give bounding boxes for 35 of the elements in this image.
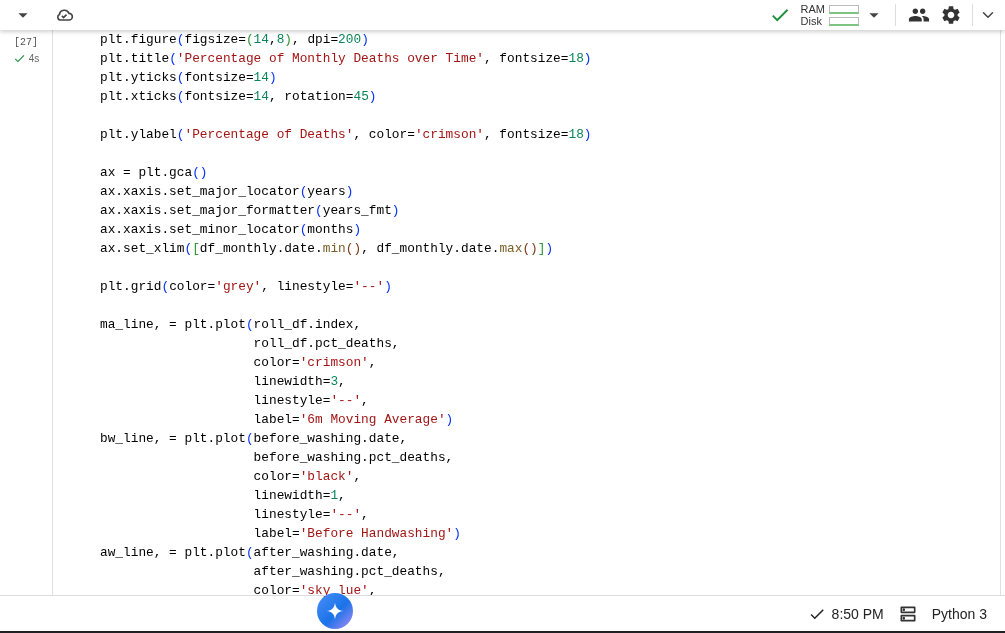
- code-line: ax.xaxis.set_major_formatter(years_fmt): [100, 202, 401, 220]
- code-line: color='crimson',: [252, 354, 378, 372]
- settings-icon[interactable]: [940, 4, 962, 26]
- code-line: plt.yticks(fontsize=14): [100, 69, 278, 87]
- sparkle-icon: [326, 602, 344, 620]
- code-line: roll_df.pct_deaths,: [252, 335, 401, 353]
- code-line: before_washing.pct_deaths,: [252, 449, 455, 467]
- code-line: plt.title('Percentage of Monthly Deaths over Time', fontsize=18): [100, 50, 593, 68]
- disk-label: Disk: [800, 15, 823, 27]
- run-duration: 4s: [28, 53, 40, 64]
- resource-meter[interactable]: RAM Disk: [800, 3, 859, 27]
- code-line: plt.xticks(fontsize=14, rotation=45): [100, 88, 378, 106]
- code-line: after_washing.pct_deaths,: [252, 563, 447, 581]
- code-line: plt.figure(figsize=(14,8), dpi=200): [100, 31, 370, 49]
- code-line: ax.xaxis.set_major_locator(years): [100, 183, 355, 201]
- code-line: color='black',: [252, 468, 363, 486]
- code-line: ax.set_xlim([df_monthly.date.min(), df_monthly.date.max()]): [100, 240, 555, 258]
- ram-label: RAM: [800, 3, 825, 15]
- code-line: linestyle='--',: [252, 392, 370, 410]
- runtime-label[interactable]: Python 3: [931, 605, 987, 622]
- code-line: ax = plt.gca(): [100, 164, 209, 182]
- code-line: label='Before Handwashing'): [252, 525, 462, 543]
- code-line: label='6m Moving Average'): [252, 411, 455, 429]
- execution-count: [27]: [14, 37, 38, 48]
- code-line: ma_line, = plt.plot(roll_df.index,: [100, 316, 363, 334]
- code-line: linestyle='--',: [252, 506, 370, 524]
- code-line: bw_line, = plt.plot(before_washing.date,: [100, 430, 409, 448]
- time-label: 8:50 PM: [831, 605, 884, 622]
- code-line: ax.xaxis.set_minor_locator(months): [100, 221, 363, 239]
- code-line: plt.ylabel('Percentage of Deaths', color='crimson', fontsize=18): [100, 126, 593, 144]
- code-line: linewidth=1,: [252, 487, 347, 505]
- code-line: plt.grid(color='grey', linestyle='--'): [100, 278, 393, 296]
- code-line: linewidth=3,: [252, 373, 347, 391]
- code-line: color='sky lue',: [252, 582, 378, 600]
- code-line: aw_line, = plt.plot(after_washing.date,: [100, 544, 401, 562]
